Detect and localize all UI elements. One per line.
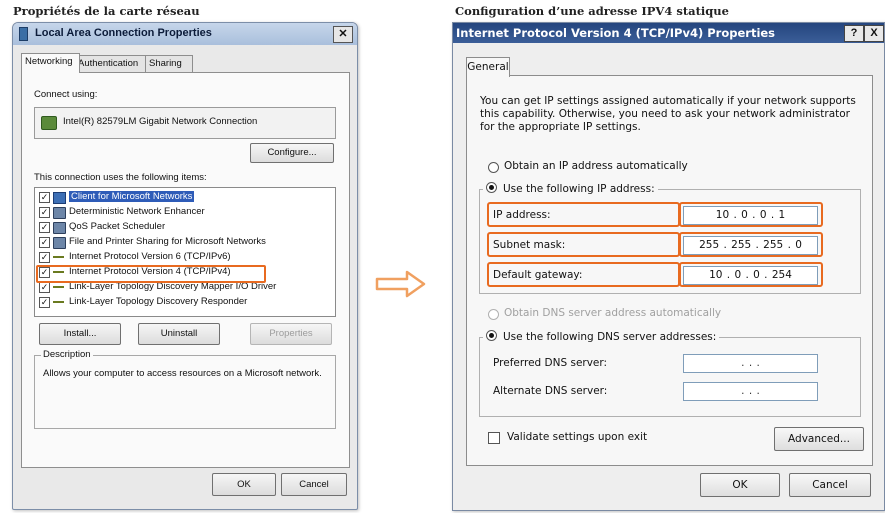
description-text: Allows your computer to access resources… (43, 368, 322, 379)
description-legend: Description (41, 349, 93, 360)
radio-static-ip[interactable] (486, 182, 497, 193)
mask-field-highlight (679, 232, 823, 257)
items-label: This connection uses the following items… (34, 172, 207, 183)
ip-label-highlight (487, 202, 680, 227)
alternate-dns-field[interactable]: . . . (683, 382, 818, 401)
network-icon (19, 27, 28, 41)
lan-properties-dialog: Local Area Connection Properties ✕ Netwo… (12, 22, 358, 510)
tab-general[interactable]: General (466, 57, 510, 77)
caption-left: Propriétés de la carte réseau (13, 4, 200, 18)
radio-static-dns[interactable] (486, 330, 497, 341)
radio-static-ip-label: Use the following IP address: (503, 183, 655, 195)
validate-checkbox[interactable] (488, 432, 500, 444)
static-dns-group (479, 337, 861, 417)
ipv4-cancel-button[interactable]: Cancel (789, 473, 871, 497)
advanced-button[interactable]: Advanced... (774, 427, 864, 451)
install-button[interactable]: Install... (39, 323, 121, 345)
ipv4-highlight-box (36, 265, 266, 283)
checkbox[interactable]: ✓ (39, 222, 50, 233)
checkbox[interactable]: ✓ (39, 237, 50, 248)
intro-text: You can get IP settings assigned automat… (480, 95, 856, 133)
ipv4-title-bar: Internet Protocol Version 4 (TCP/IPv4) P… (453, 23, 884, 43)
protocol-icon (53, 301, 64, 303)
checkbox[interactable]: ✓ (39, 207, 50, 218)
right-arrow-icon (375, 270, 426, 298)
lan-title-bar: Local Area Connection Properties ✕ (13, 23, 357, 45)
radio-auto-dns[interactable] (488, 309, 499, 320)
caption-right: Configuration d’une adresse IPV4 statiqu… (455, 4, 729, 18)
checkbox[interactable]: ✓ (39, 297, 50, 308)
checkbox[interactable]: ✓ (39, 192, 50, 203)
preferred-dns-label: Preferred DNS server: (493, 357, 608, 369)
ipv4-general-panel: You can get IP settings assigned automat… (466, 75, 873, 466)
adapter-name: Intel(R) 82579LM Gigabit Network Connect… (63, 116, 258, 127)
help-button[interactable]: ? (844, 25, 864, 42)
list-item-label: Internet Protocol Version 6 (TCP/IPv6) (69, 251, 231, 262)
ipv4-close-button[interactable]: X (864, 25, 884, 42)
list-item-label: Link-Layer Topology Discovery Responder (69, 296, 248, 307)
ipv4-dialog-title: Internet Protocol Version 4 (TCP/IPv4) P… (456, 26, 776, 40)
lan-networking-panel: Connect using: Intel(R) 82579LM Gigabit … (21, 72, 350, 468)
lan-cancel-button[interactable]: Cancel (281, 473, 347, 496)
ipv4-ok-button[interactable]: OK (700, 473, 780, 497)
uninstall-button[interactable]: Uninstall (138, 323, 220, 345)
components-list: ✓ Client for Microsoft Networks ✓ Determ… (34, 187, 336, 317)
description-group: Description Allows your computer to acce… (34, 349, 336, 429)
radio-auto-ip-label: Obtain an IP address automatically (504, 160, 688, 172)
client-icon (53, 192, 66, 204)
computer-icon (53, 207, 66, 219)
network-adapter-icon (41, 116, 57, 130)
ipv4-properties-dialog: Internet Protocol Version 4 (TCP/IPv4) P… (452, 22, 885, 511)
title-buttons: ? X (844, 25, 884, 42)
configure-button[interactable]: Configure... (250, 143, 334, 163)
properties-button[interactable]: Properties (250, 323, 332, 345)
list-item-label: File and Printer Sharing for Microsoft N… (69, 236, 266, 247)
ip-field-highlight (679, 202, 823, 227)
adapter-box: Intel(R) 82579LM Gigabit Network Connect… (34, 107, 336, 139)
protocol-icon (53, 286, 64, 288)
mask-label-highlight (487, 232, 680, 257)
preferred-dns-field[interactable]: . . . (683, 354, 818, 373)
lan-ok-button[interactable]: OK (212, 473, 276, 496)
gateway-field-highlight (679, 262, 823, 287)
static-ip-legend: Use the following IP address: (483, 182, 658, 195)
tab-sharing[interactable]: Sharing (145, 55, 193, 72)
tab-authentication[interactable]: Authentication (74, 55, 150, 72)
static-dns-legend: Use the following DNS server addresses: (483, 330, 720, 343)
list-item-label: Deterministic Network Enhancer (69, 206, 205, 217)
tab-networking[interactable]: Networking (21, 53, 80, 73)
list-item-label: Client for Microsoft Networks (69, 191, 195, 202)
validate-label: Validate settings upon exit (507, 431, 648, 443)
checkbox[interactable]: ✓ (39, 252, 50, 263)
computer-icon (53, 237, 66, 249)
radio-auto-ip[interactable] (488, 162, 499, 173)
gateway-label-highlight (487, 262, 680, 287)
computer-icon (53, 222, 66, 234)
list-item-label: QoS Packet Scheduler (69, 221, 166, 232)
connect-using-label: Connect using: (34, 89, 98, 100)
lan-close-button[interactable]: ✕ (333, 26, 353, 43)
lan-dialog-title: Local Area Connection Properties (35, 27, 212, 39)
checkbox[interactable]: ✓ (39, 282, 50, 293)
protocol-icon (53, 256, 64, 258)
radio-static-dns-label: Use the following DNS server addresses: (503, 331, 717, 343)
radio-auto-dns-label: Obtain DNS server address automatically (504, 307, 722, 319)
alternate-dns-label: Alternate DNS server: (493, 385, 608, 397)
